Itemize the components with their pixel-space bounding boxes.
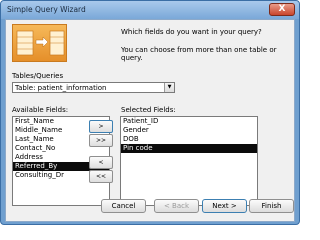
list-item-selected[interactable]: Pin code xyxy=(121,144,257,153)
prompt-question: Which fields do you want in your query? xyxy=(121,28,262,36)
add-field-button[interactable]: > xyxy=(89,120,113,133)
cancel-button[interactable]: Cancel xyxy=(101,199,146,213)
window-title: Simple Query Wizard xyxy=(7,5,86,14)
wizard-client-area: Which fields do you want in your query? … xyxy=(5,19,295,222)
tables-queries-value: Table: patient_information xyxy=(15,84,107,92)
chevron-down-icon[interactable]: ▼ xyxy=(164,83,174,92)
back-button[interactable]: < Back xyxy=(154,199,199,213)
title-bar: Simple Query Wizard X xyxy=(1,1,299,19)
list-item[interactable]: Patient_ID xyxy=(121,117,257,126)
remove-field-button[interactable]: < xyxy=(89,156,113,169)
list-item[interactable]: DOB xyxy=(121,135,257,144)
finish-button[interactable]: Finish xyxy=(249,199,294,213)
prompt-hint: You can choose from more than one table … xyxy=(121,46,277,62)
available-fields-label: Available Fields: xyxy=(12,106,69,114)
remove-all-fields-button[interactable]: << xyxy=(89,170,113,183)
simple-query-wizard-window: Simple Query Wizard X Which fields do yo… xyxy=(0,0,300,225)
close-button[interactable]: X xyxy=(269,3,295,16)
wizard-graphic xyxy=(12,24,67,62)
tables-queries-label: Tables/Queries xyxy=(12,72,64,80)
add-all-fields-button[interactable]: >> xyxy=(89,134,113,147)
tables-queries-dropdown[interactable]: Table: patient_information ▼ xyxy=(12,82,175,93)
table-fields-icon xyxy=(16,30,65,56)
selected-fields-list[interactable]: Patient_ID Gender DOB Pin code xyxy=(120,116,258,206)
list-item[interactable]: Gender xyxy=(121,126,257,135)
next-button[interactable]: Next > xyxy=(202,199,247,213)
selected-fields-label: Selected Fields: xyxy=(121,106,176,114)
